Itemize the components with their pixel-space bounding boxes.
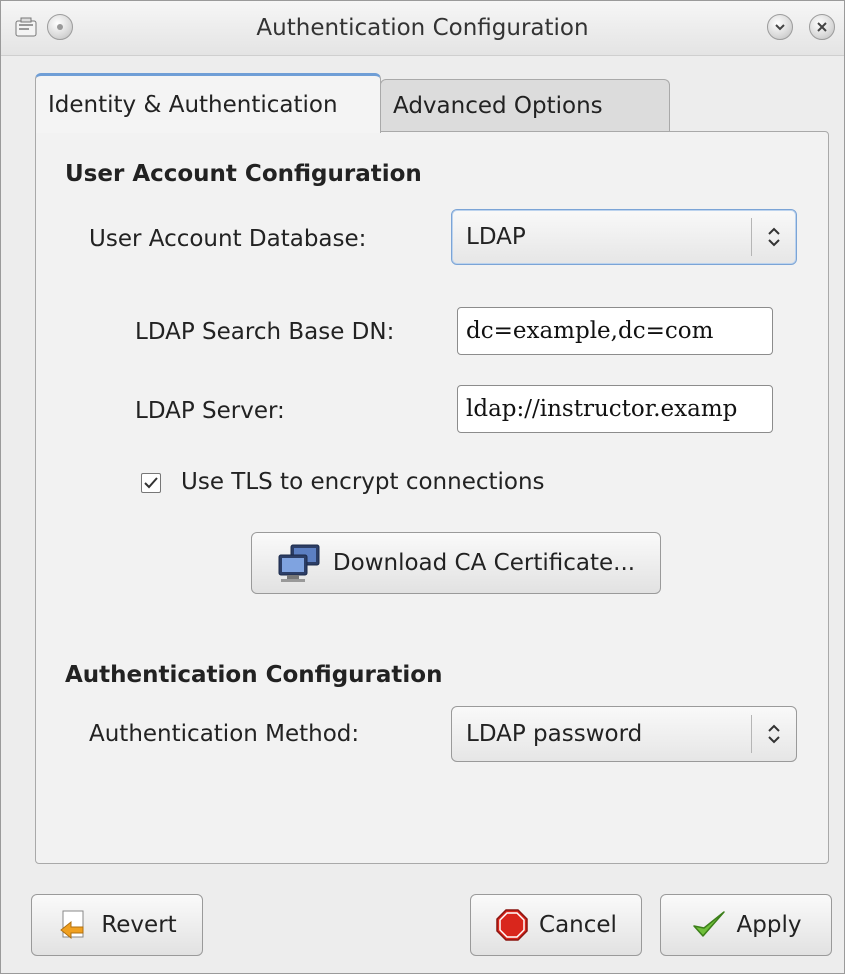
server-label: LDAP Server: — [135, 398, 285, 424]
search-base-label: LDAP Search Base DN: — [135, 319, 395, 345]
cancel-button[interactable]: Cancel — [470, 894, 642, 956]
user-account-section-title: User Account Configuration — [65, 161, 422, 187]
database-selected-value: LDAP — [466, 224, 526, 250]
tls-label[interactable]: Use TLS to encrypt connections — [181, 469, 545, 495]
tab-label: Advanced Options — [393, 92, 603, 119]
ldap-server-input[interactable] — [457, 385, 773, 433]
tab-label: Identity & Authentication — [48, 91, 338, 118]
close-icon — [817, 22, 827, 32]
title-bar: Authentication Configuration — [1, 1, 844, 56]
revert-button[interactable]: Revert — [31, 894, 203, 956]
apply-button[interactable]: Apply — [660, 894, 832, 956]
authentication-section-title: Authentication Configuration — [65, 662, 443, 688]
authentication-method-select[interactable]: LDAP password — [451, 706, 797, 762]
chevron-down-icon — [775, 24, 785, 31]
revert-icon — [60, 910, 84, 940]
up-down-arrows-icon — [768, 227, 780, 247]
dialog-window: Authentication Configuration Identity & … — [0, 0, 845, 974]
combo-separator — [751, 715, 752, 753]
minimize-button[interactable] — [767, 14, 793, 40]
tls-checkbox[interactable] — [141, 473, 161, 493]
close-button[interactable] — [809, 14, 835, 40]
download-ca-certificate-button[interactable]: Download CA Certificate... — [251, 532, 661, 594]
tab-advanced-options[interactable]: Advanced Options — [380, 79, 670, 131]
window-title: Authentication Configuration — [256, 15, 589, 41]
check-icon — [144, 477, 158, 489]
authentication-method-label: Authentication Method: — [89, 721, 360, 747]
stop-icon — [496, 909, 528, 941]
combo-separator — [751, 218, 752, 256]
user-account-database-select[interactable]: LDAP — [451, 209, 797, 265]
network-computers-icon — [278, 544, 320, 582]
search-base-dn-input[interactable] — [457, 307, 773, 355]
cancel-label: Cancel — [539, 912, 617, 938]
up-down-arrows-icon — [768, 724, 780, 744]
database-label: User Account Database: — [89, 226, 367, 252]
download-ca-label: Download CA Certificate... — [332, 550, 636, 576]
revert-label: Revert — [101, 912, 177, 938]
tab-identity-authentication[interactable]: Identity & Authentication — [35, 73, 381, 133]
checkmark-icon — [692, 911, 725, 937]
method-selected-value: LDAP password — [466, 721, 643, 747]
apply-label: Apply — [736, 912, 802, 938]
